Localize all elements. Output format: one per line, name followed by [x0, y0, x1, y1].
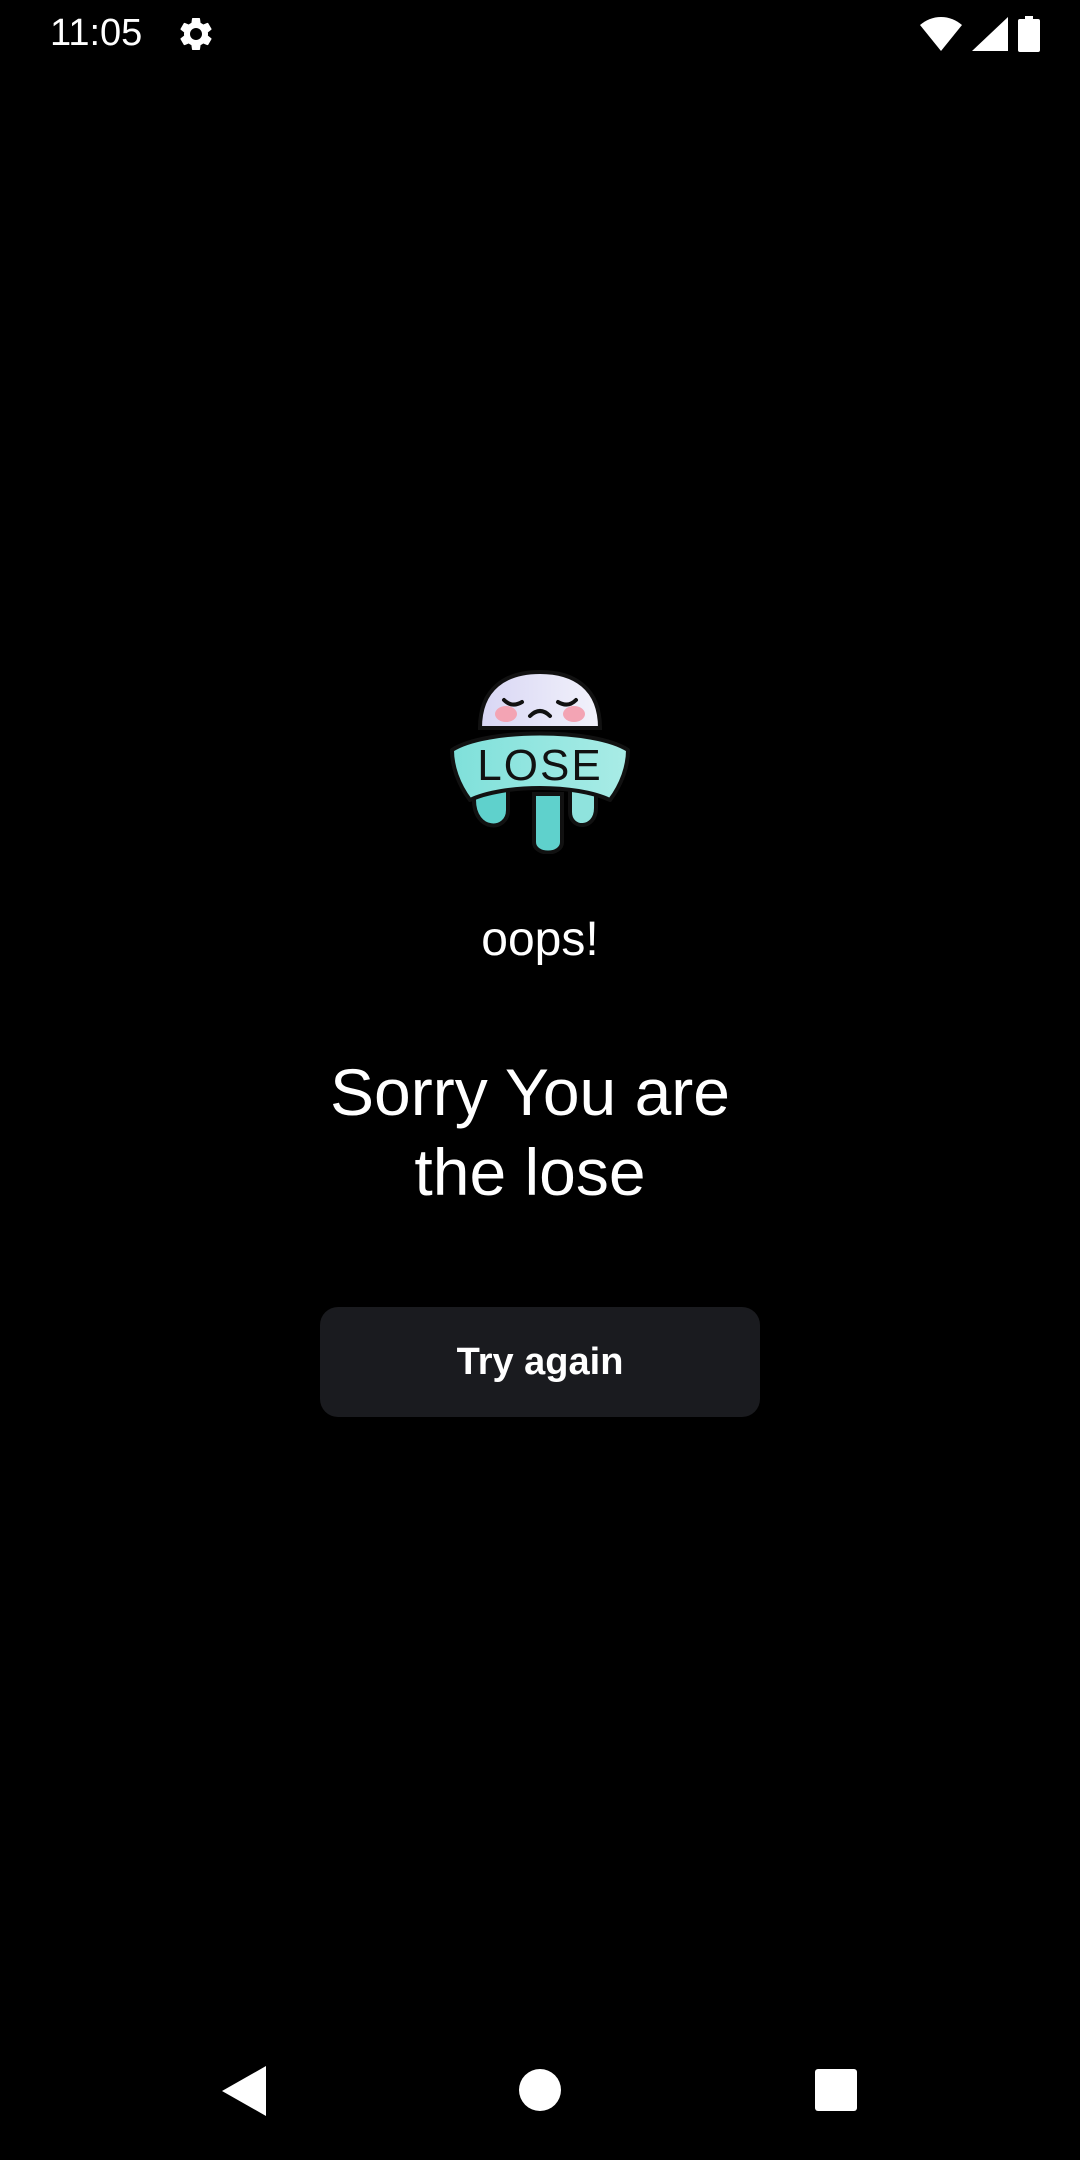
headline-text: Sorry You are the lose [330, 1055, 730, 1209]
subtitle-text: oops! [481, 913, 599, 966]
cellular-signal-icon [972, 17, 1008, 51]
try-again-button[interactable]: Try again [320, 1307, 760, 1417]
lose-badge-text: LOSE [477, 741, 602, 790]
navigation-bar [0, 2028, 1080, 2160]
home-icon[interactable] [518, 2068, 562, 2112]
lose-screen: 11:05 LOSE oops! Sorry You are the lose … [0, 0, 1080, 2160]
lose-ghost-icon: LOSE [446, 669, 634, 855]
recents-icon[interactable] [814, 2068, 858, 2112]
status-icons [920, 14, 1040, 54]
wifi-icon [920, 17, 962, 51]
gear-icon [176, 14, 216, 54]
back-icon[interactable] [222, 2066, 266, 2116]
status-bar: 11:05 [0, 0, 1080, 66]
battery-icon [1018, 16, 1040, 52]
try-again-label: Try again [456, 1340, 624, 1383]
status-time: 11:05 [50, 12, 143, 54]
